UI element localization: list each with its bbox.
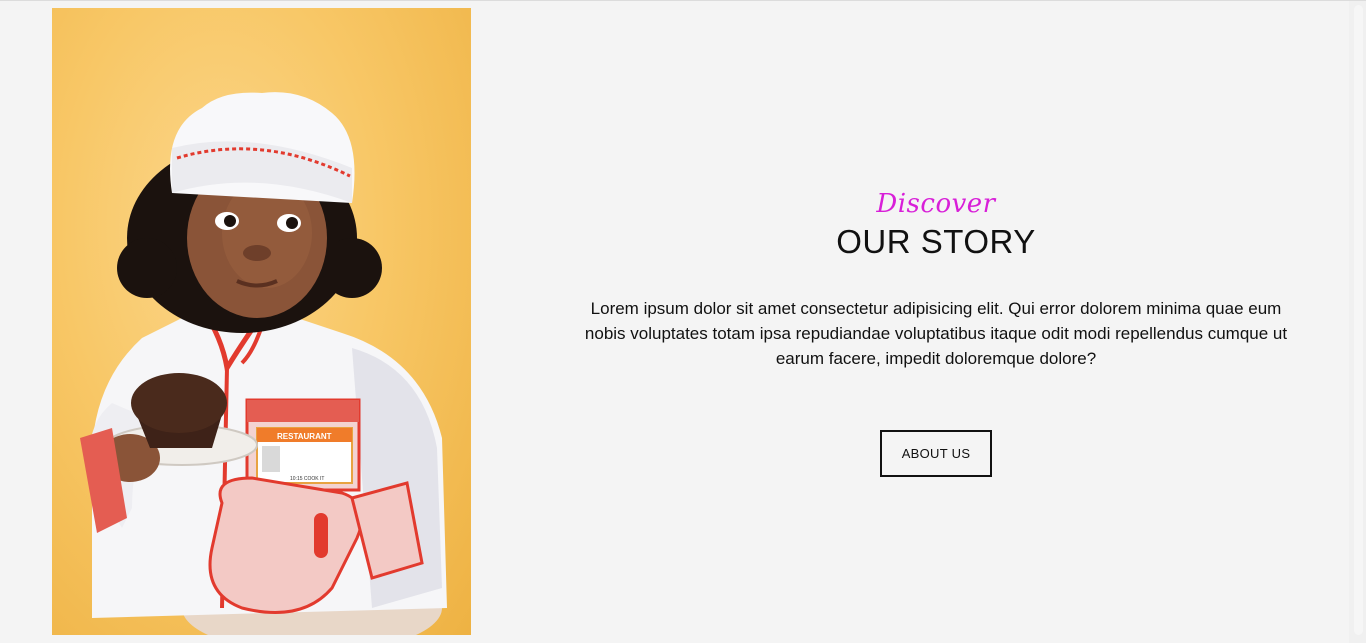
story-paragraph: Lorem ipsum dolor sit amet consectetur a…: [584, 299, 1288, 368]
badge-subtext: 10:15 COOK IT: [290, 476, 324, 482]
section-title: OUR STORY: [836, 223, 1036, 260]
badge-text: RESTAURANT: [277, 432, 332, 441]
scrollbar-thumb[interactable]: [1354, 5, 1363, 635]
chef-child-image: RESTAURANT 10:15 COOK IT: [52, 8, 471, 635]
chef-illustration: RESTAURANT 10:15 COOK IT: [80, 92, 448, 635]
about-us-button[interactable]: ABOUT US: [880, 430, 992, 477]
top-border: [0, 0, 1366, 1]
vertical-scrollbar[interactable]: [1349, 1, 1366, 643]
our-story-section: Discover OUR STORY Lorem ipsum dolor sit…: [575, 184, 1297, 477]
discover-kicker: Discover: [876, 189, 996, 219]
